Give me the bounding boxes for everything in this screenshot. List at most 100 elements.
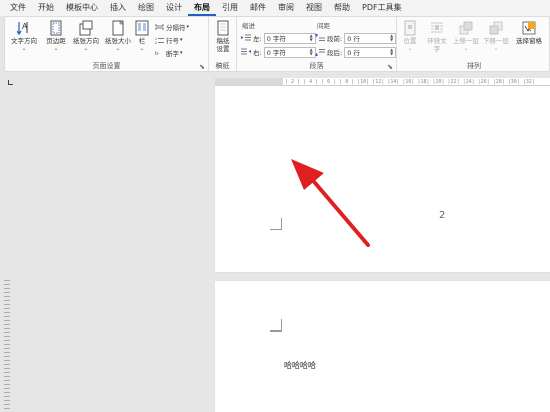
tab-design[interactable]: 设计 [160,0,188,16]
chevron-down-icon: ⌄ [21,45,27,52]
chevron-down-icon: ▾ [180,49,183,56]
send-backward-icon [489,21,503,35]
paper-size-label: 纸张大小 [105,37,131,45]
paper-size-button[interactable]: 纸张大小 ⌄ [103,20,133,56]
tab-help[interactable]: 帮助 [328,0,356,16]
position-button[interactable]: 位置 ⌄ [399,20,421,56]
indent-left-label: 左: [253,35,262,43]
spacing-before-value: 0 行 [347,35,360,43]
spacing-after-value: 0 行 [347,49,360,57]
breaks-button[interactable]: 分隔符 ▾ [155,21,189,32]
tab-insert[interactable]: 插入 [104,0,132,16]
document-page-1[interactable]: 2 [215,86,550,272]
ribbon: A 文字方向 ⌄ 页边距 ⌄ 纸张方向 ⌄ 纸张大小 ⌄ 栏 ⌄ 分隔符 ▾ 1… [4,16,550,72]
orientation-button[interactable]: 纸张方向 ⌄ [71,20,101,56]
tab-references[interactable]: 引用 [216,0,244,16]
tab-pdf-tools[interactable]: PDF工具集 [356,0,408,16]
chevron-down-icon: ⌄ [463,45,469,52]
selection-pane-button[interactable]: 选择窗格 [513,20,545,56]
orientation-label: 纸张方向 [73,37,99,45]
tab-review[interactable]: 审阅 [272,0,300,16]
indent-right-icon [241,48,251,55]
dialog-launcher-icon[interactable]: ⬊ [387,63,393,71]
indent-left-value: 0 字符 [266,35,286,43]
page-number: 2 [439,210,446,221]
tab-template-center[interactable]: 模板中心 [60,0,104,16]
spacing-after-icon [315,49,325,56]
tab-view[interactable]: 视图 [300,0,328,16]
indent-right-label: 右: [253,49,262,57]
position-label: 位置 [403,37,417,45]
group-label-draft-paper: 稿纸 [215,62,230,70]
chevron-down-icon: ▾ [186,23,190,30]
margin-crop-mark [270,218,282,230]
spacing-after-input[interactable]: 0 行 ▲ ▼ [344,46,397,58]
body-text[interactable]: 哈哈哈哈 [284,360,316,371]
indent-right-value: 0 字符 [266,49,286,57]
group-page-setup: A 文字方向 ⌄ 页边距 ⌄ 纸张方向 ⌄ 纸张大小 ⌄ 栏 ⌄ 分隔符 ▾ 1… [5,17,209,71]
tab-home[interactable]: 开始 [32,0,60,16]
tab-draw[interactable]: 绘图 [132,0,160,16]
draft-paper-label-2: 设置 [216,45,230,53]
selection-pane-label: 选择窗格 [516,37,542,45]
menu-bar: 文件 开始 模板中心 插入 绘图 设计 布局 引用 邮件 审阅 视图 帮助 PD… [0,0,550,16]
wrap-text-icon [431,22,443,33]
paper-size-icon [112,20,124,36]
group-label-paragraph: 段落 [309,62,324,70]
position-icon [404,20,416,36]
indent-right-input[interactable]: 0 字符 ▲ ▼ [263,46,316,58]
spacing-after-row: 段后: 0 行 ▲ ▼ [315,46,397,58]
text-direction-button[interactable]: A 文字方向 ⌄ [9,20,39,56]
text-direction-label: 文字方向 [11,37,37,45]
tab-layout[interactable]: 布局 [188,0,216,16]
draft-paper-settings-button[interactable]: 稿纸 设置 [209,20,237,56]
chevron-down-icon: ⌄ [83,45,89,52]
selection-pane-icon [522,21,536,35]
dialog-launcher-icon[interactable]: ⬊ [199,63,205,71]
wrap-text-button[interactable]: 环绕文 字 [424,20,450,56]
margins-label: 页边距 [46,37,66,45]
wrap-text-label-2: 字 [433,45,441,53]
group-paragraph: 缩进 间距 左: 0 字符 ▲ ▼ 右: 0 字符 ▲ ▼ 段前: 0 行 ▲ … [237,17,397,71]
send-backward-button[interactable]: 下移一层 ⌄ [482,20,510,56]
spinner-icon[interactable]: ▲ ▼ [308,48,315,57]
indent-left-row: 左: 0 字符 ▲ ▼ [241,32,316,44]
indent-right-row: 右: 0 字符 ▲ ▼ [241,46,316,58]
ruler-corner-tab-selector[interactable] [8,80,13,85]
line-numbers-button[interactable]: 1 2 行号 ▾ [155,34,183,45]
vertical-ruler[interactable] [4,280,10,412]
group-draft-paper: 稿纸 设置 稿纸 [209,17,237,71]
indent-heading: 缩进 [242,22,255,30]
svg-text:b-: b- [155,51,160,57]
spinner-icon[interactable]: ▲ ▼ [388,34,395,43]
line-numbers-icon: 1 2 [155,37,164,44]
chevron-down-icon: ⌄ [407,45,413,52]
spinner-icon[interactable]: ▲ ▼ [308,34,315,43]
orientation-icon [79,20,93,36]
indent-left-icon [241,34,251,41]
chevron-down-icon: ⌄ [493,45,499,52]
spacing-after-label: 段后: [327,49,343,57]
margins-icon [50,20,62,36]
draft-paper-label-1: 稿纸 [216,37,230,45]
ruler-left-margin [215,78,283,86]
hyphenation-icon: b- [155,51,160,57]
spacing-before-row: 段前: 0 行 ▲ ▼ [315,32,397,44]
chevron-down-icon: ⌄ [139,45,145,52]
spinner-icon[interactable]: ▲ ▼ [388,48,395,57]
send-backward-label: 下移一层 [483,37,509,45]
line-numbers-label: 行号 [166,36,179,45]
document-page-2[interactable]: 哈哈哈哈 [215,281,550,412]
indent-left-input[interactable]: 0 字符 ▲ ▼ [263,32,316,44]
chevron-down-icon: ⌄ [115,45,121,52]
columns-button[interactable]: 栏 ⌄ [133,20,151,56]
breaks-label: 分隔符 [166,23,186,32]
draft-paper-icon [217,20,229,36]
breaks-icon [155,23,164,30]
tab-file[interactable]: 文件 [4,0,32,16]
hyphenation-button[interactable]: b- 断字 ▾ [155,47,183,58]
bring-forward-button[interactable]: 上移一层 ⌄ [452,20,480,56]
margins-button[interactable]: 页边距 ⌄ [41,20,71,56]
tab-mailings[interactable]: 邮件 [244,0,272,16]
spacing-before-input[interactable]: 0 行 ▲ ▼ [344,32,397,44]
